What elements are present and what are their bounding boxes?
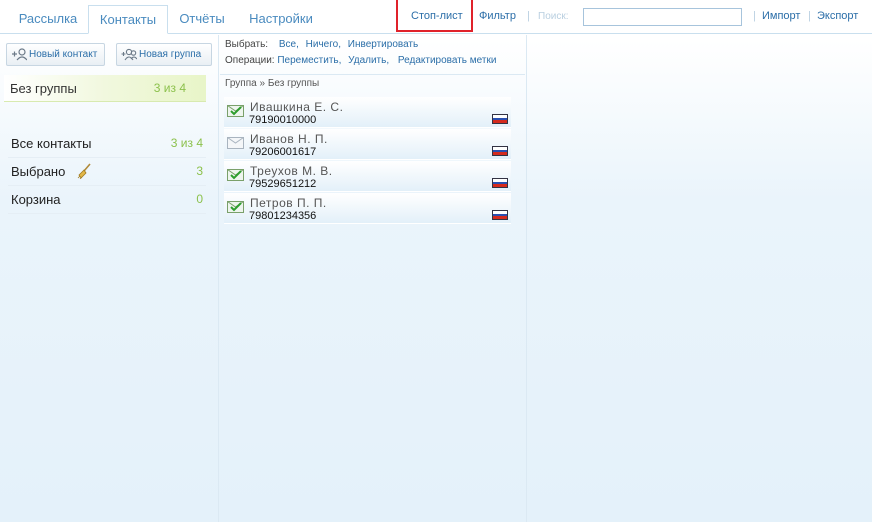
sidebar-item-selected[interactable]: Выбрано 3 [8,159,206,186]
envelope-check-icon[interactable] [227,201,244,213]
sidebar-item-label: Все контакты [11,136,92,151]
russia-flag-icon [492,146,508,156]
select-label: Выбрать: [225,39,269,50]
contact-name: Иванов Н. П. [250,132,328,146]
select-bar: Выбрать: Все, Ничего, Инвертировать [225,39,418,50]
contact-row[interactable]: Треухов М. В. 79529651212 [224,161,511,192]
tab-mailing[interactable]: Рассылка [8,5,88,34]
tab-reports[interactable]: Отчёты [170,5,234,34]
contact-row[interactable]: Иванов Н. П. 79206001617 [224,129,511,160]
edit-tags-link[interactable]: Редактировать метки [398,55,497,66]
russia-flag-icon [492,178,508,188]
export-link[interactable]: Экспорт [817,10,858,22]
breadcrumb: Группа » Без группы [220,74,525,92]
delete-link[interactable]: Удалить, [348,55,389,66]
contact-phone: 79801234356 [249,210,317,222]
stoplist-link[interactable]: Стоп-лист [411,10,463,22]
sidebar-item-count: 3 [196,164,203,178]
filter-link[interactable]: Фильтр [479,10,516,22]
group-name: Без группы [10,81,77,96]
operations-label: Операции: [225,55,275,66]
envelope-check-icon[interactable] [227,105,244,117]
group-count: 3 из 4 [153,81,186,95]
operations-bar: Операции: Переместить, Удалить, Редактир… [225,55,496,66]
sidebar-item-all-contacts[interactable]: Все контакты 3 из 4 [8,131,206,158]
contact-phone: 79206001617 [249,146,317,158]
separator: | [527,10,530,22]
tab-settings[interactable]: Настройки [240,5,322,34]
select-invert-link[interactable]: Инвертировать [348,39,418,50]
sidebar-item-count: 3 из 4 [170,136,203,150]
add-contact-icon [12,48,27,61]
add-group-icon [121,48,137,61]
new-contact-label: Новый контакт [29,49,98,60]
import-link[interactable]: Импорт [762,10,800,22]
separator: | [753,10,756,22]
new-group-label: Новая группа [139,49,202,60]
envelope-check-icon[interactable] [227,169,244,181]
search-label: Поиск: [538,11,569,22]
contacts-panel: Выбрать: Все, Ничего, Инвертировать Опер… [220,35,527,522]
sidebar-item-label: Выбрано [11,164,66,179]
envelope-icon[interactable] [227,137,244,149]
sidebar-item-trash[interactable]: Корзина 0 [8,187,206,214]
contact-name: Ивашкина Е. С. [250,100,344,114]
move-link[interactable]: Переместить, [277,55,341,66]
new-group-button[interactable]: Новая группа [116,43,212,66]
contact-row[interactable]: Ивашкина Е. С. 79190010000 [224,97,511,128]
broom-icon[interactable] [76,163,92,179]
contact-name: Треухов М. В. [250,164,333,178]
detail-panel [528,35,872,522]
tab-contacts[interactable]: Контакты [88,5,168,34]
russia-flag-icon [492,114,508,124]
top-bar: Рассылка Контакты Отчёты Настройки Стоп-… [0,0,872,34]
search-input[interactable] [583,8,742,26]
select-none-link[interactable]: Ничего, [306,39,341,50]
contact-phone: 79529651212 [249,178,317,190]
sidebar-item-count: 0 [196,192,203,206]
sidebar-item-label: Корзина [11,192,61,207]
new-contact-button[interactable]: Новый контакт [6,43,105,66]
group-item-no-group[interactable]: Без группы 3 из 4 [4,75,206,102]
select-all-link[interactable]: Все, [279,39,299,50]
contact-phone: 79190010000 [249,114,317,126]
sidebar: Новый контакт Новая группа Без группы 3 … [0,35,219,522]
separator: | [808,10,811,22]
russia-flag-icon [492,210,508,220]
contact-row[interactable]: Петров П. П. 79801234356 [224,193,511,224]
contact-name: Петров П. П. [250,196,327,210]
